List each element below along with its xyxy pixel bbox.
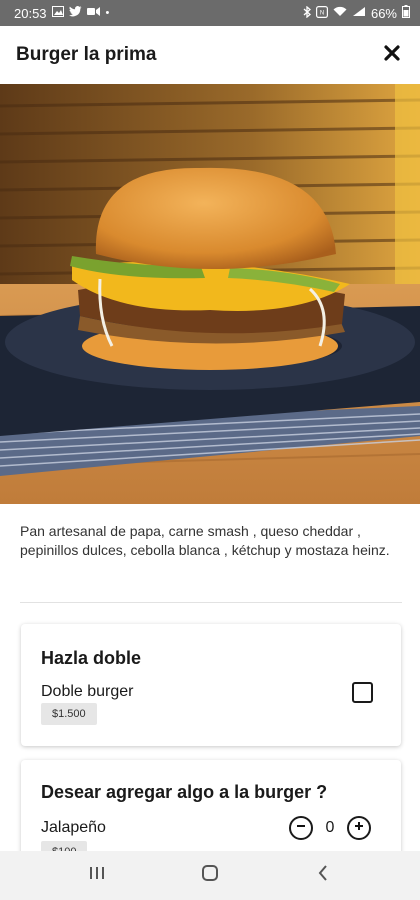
divider xyxy=(20,602,402,603)
product-image xyxy=(0,84,420,504)
nfc-icon: N xyxy=(315,5,328,21)
quantity-value: 0 xyxy=(325,819,335,836)
battery-level: 66% xyxy=(370,5,397,21)
close-button[interactable] xyxy=(380,43,404,67)
wifi-icon xyxy=(333,6,347,20)
price-badge: $1.500 xyxy=(41,703,97,725)
status-time: 20:53 xyxy=(14,5,47,21)
burger-photo xyxy=(0,84,420,504)
home-button[interactable] xyxy=(190,856,230,896)
status-bar: 20:53 • N 66% xyxy=(0,0,420,26)
quantity-stepper: 0 xyxy=(289,816,371,840)
doble-burger-checkbox[interactable] xyxy=(352,682,373,703)
status-right: N 66% xyxy=(303,5,410,21)
section-title: Desear agregar algo a la burger ? xyxy=(41,782,328,802)
decrement-button[interactable] xyxy=(289,816,313,840)
close-icon xyxy=(384,44,400,66)
minus-icon xyxy=(295,819,307,837)
call-signal-icon xyxy=(86,6,101,20)
increment-button[interactable] xyxy=(347,816,371,840)
dot-icon: • xyxy=(105,6,110,19)
modal-header: Burger la prima xyxy=(0,26,420,84)
recents-button[interactable] xyxy=(77,856,117,896)
svg-text:N: N xyxy=(320,10,324,16)
page-title: Burger la prima xyxy=(16,44,157,65)
recents-icon xyxy=(88,865,106,886)
option-label: Jalapeño xyxy=(41,819,106,836)
system-nav-bar xyxy=(0,851,420,900)
home-icon xyxy=(201,864,219,887)
option-label: Doble burger xyxy=(41,683,134,700)
back-icon xyxy=(317,864,329,887)
twitter-icon xyxy=(68,6,82,20)
gallery-icon xyxy=(51,6,64,20)
product-description: Pan artesanal de papa, carne smash , que… xyxy=(20,523,390,558)
status-left: 20:53 • xyxy=(14,6,109,21)
bluetooth-icon xyxy=(303,5,311,21)
plus-icon xyxy=(353,819,365,837)
section-title: Hazla doble xyxy=(41,648,142,668)
battery-icon xyxy=(402,5,410,21)
back-button[interactable] xyxy=(303,856,343,896)
signal-icon xyxy=(352,6,366,20)
option-card-hazla-doble: Hazla doble Doble burger $1.500 xyxy=(21,624,401,746)
